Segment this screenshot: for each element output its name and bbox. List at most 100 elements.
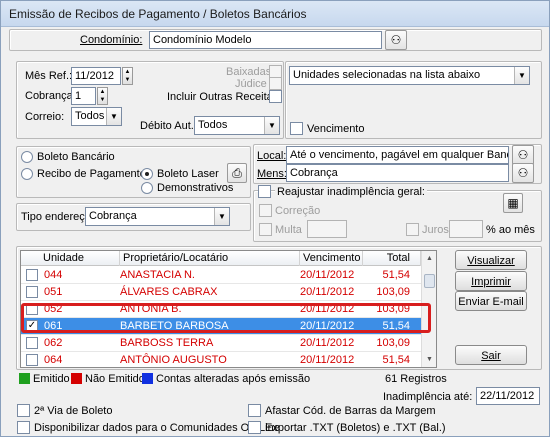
selection-highlight <box>21 303 431 333</box>
correio-select[interactable]: Todos ▼ <box>71 107 122 126</box>
recibo-pagamento-label: Recibo de Pagamento <box>37 168 146 180</box>
reajustar-checkbox[interactable] <box>258 185 271 198</box>
disponibilizar-label: Disponibilizar dados para o Comunidades … <box>34 422 280 434</box>
mens-field[interactable]: Cobrança <box>286 164 509 182</box>
table-row[interactable]: 064 ANTÔNIO AUGUSTO 20/11/2012 51,54 <box>21 352 421 367</box>
correio-label: Correio: <box>25 111 65 123</box>
boleto-bancario-radio[interactable] <box>21 151 33 163</box>
disponibilizar-checkbox[interactable] <box>17 421 30 434</box>
afastar-checkbox[interactable] <box>248 404 261 417</box>
cell-total: 103,09 <box>376 337 410 349</box>
scroll-up-icon[interactable]: ▲ <box>422 251 436 266</box>
multa-checkbox[interactable] <box>259 223 272 236</box>
enviar-email-button[interactable]: Enviar E-mail <box>455 291 527 311</box>
judice-checkbox[interactable] <box>269 77 282 90</box>
unidades-select[interactable]: Unidades selecionadas na lista abaixo ▼ <box>289 66 530 85</box>
chevron-down-icon: ▼ <box>514 67 529 84</box>
search-condominio-button[interactable]: ⚇ <box>385 30 407 50</box>
window-title: Emissão de Recibos de Pagamento / Boleto… <box>1 1 549 27</box>
inadimplencia-field[interactable]: 22/11/2012 <box>476 387 540 405</box>
mens-label: Mens: <box>257 168 287 180</box>
multa-field[interactable] <box>307 220 347 238</box>
cell-total: 103,09 <box>376 286 410 298</box>
cell-owner: ANTÔNIO AUGUSTO <box>120 354 227 366</box>
correcao-checkbox[interactable] <box>259 204 272 217</box>
outras-receitas-label: Incluir Outras Receitas <box>167 91 279 103</box>
cell-total: 51,54 <box>382 269 410 281</box>
tipo-endereco-select[interactable]: Cobrança ▼ <box>85 207 230 226</box>
binoculars-icon: ⚇ <box>517 148 529 162</box>
demonstrativos-radio[interactable] <box>141 182 153 194</box>
sair-button[interactable]: Sair <box>455 345 527 365</box>
chevron-down-icon: ▼ <box>106 108 121 125</box>
juros-checkbox[interactable] <box>406 223 419 236</box>
inadimplencia-label: Inadimplência até: <box>383 391 473 403</box>
condominio-field[interactable]: Condomínio Modelo <box>149 31 382 49</box>
table-row[interactable]: 044 ANASTACIA N. 20/11/2012 51,54 <box>21 267 421 284</box>
emitido-swatch <box>19 373 30 384</box>
cell-vencimento: 20/11/2012 <box>300 286 355 298</box>
debito-label: Débito Aut.: <box>140 120 197 132</box>
cell-unidade: 064 <box>44 354 63 366</box>
cell-vencimento: 20/11/2012 <box>300 269 355 281</box>
local-field[interactable]: Até o vencimento, pagável em qualquer Ba… <box>286 146 509 164</box>
table-row[interactable]: 051 ÁLVARES CABRAX 20/11/2012 103,09 <box>21 284 421 301</box>
table-header: Unidade Proprietário/Locatário Venciment… <box>21 251 421 266</box>
registros-count: 61 Registros <box>385 373 447 385</box>
recibo-pagamento-radio[interactable] <box>21 168 33 180</box>
cell-owner: ANASTACIA N. <box>120 269 195 281</box>
cell-owner: ÁLVARES CABRAX <box>120 286 218 298</box>
row-checkbox[interactable] <box>26 269 38 281</box>
col-total[interactable]: Total <box>363 251 421 266</box>
juros-field[interactable] <box>449 220 483 238</box>
debito-select[interactable]: Todos ▼ <box>194 116 280 135</box>
mes-ref-field[interactable]: 11/2012 <box>71 67 121 85</box>
judice-label: Júdice <box>235 78 267 90</box>
cell-unidade: 062 <box>44 337 63 349</box>
cell-total: 51,54 <box>382 354 410 366</box>
cell-vencimento: 20/11/2012 <box>300 354 355 366</box>
visualizar-button[interactable]: Visualizar <box>455 250 527 270</box>
search-local-button[interactable]: ⚇ <box>512 145 534 165</box>
scroll-down-icon[interactable]: ▼ <box>422 352 436 367</box>
cobranca-label: Cobrança: <box>25 90 76 102</box>
cell-owner: BARBOSS TERRA <box>120 337 214 349</box>
segunda-via-checkbox[interactable] <box>17 404 30 417</box>
segunda-via-label: 2ª Via de Boleto <box>34 405 113 417</box>
binoculars-icon: ⚇ <box>517 166 529 180</box>
chevron-down-icon: ▼ <box>214 208 229 225</box>
exportar-checkbox[interactable] <box>248 421 261 434</box>
calculator-button[interactable]: ▦ <box>503 193 523 213</box>
vencimento-checkbox[interactable] <box>290 122 303 135</box>
search-mens-button[interactable]: ⚇ <box>512 163 534 183</box>
alteradas-label: Contas alteradas após emissão <box>156 373 311 385</box>
exportar-label: Exportar .TXT (Boletos) e .TXT (Bal.) <box>265 422 446 434</box>
row-checkbox[interactable] <box>26 354 38 366</box>
col-vencimento[interactable]: Vencimento <box>300 251 363 266</box>
col-owner[interactable]: Proprietário/Locatário <box>120 251 300 266</box>
mes-ref-spinner[interactable]: ▲ ▼ <box>122 67 133 85</box>
table-row[interactable]: 062 BARBOSS TERRA 20/11/2012 103,09 <box>21 335 421 352</box>
mes-ref-label: Mês Ref.: <box>25 70 73 82</box>
outras-receitas-checkbox[interactable] <box>269 90 282 103</box>
print-setup-button[interactable]: ⎙ <box>227 163 247 183</box>
cell-unidade: 044 <box>44 269 63 281</box>
local-label: Local: <box>257 150 287 162</box>
juros-label: Juros <box>422 224 449 236</box>
row-checkbox[interactable] <box>26 286 38 298</box>
imprimir-button[interactable]: Imprimir <box>455 271 527 291</box>
scroll-thumb[interactable] <box>424 274 435 288</box>
boleto-laser-label: Boleto Laser <box>157 168 219 180</box>
afastar-label: Afastar Cód. de Barras da Margem <box>265 405 436 417</box>
row-checkbox[interactable] <box>26 337 38 349</box>
demonstrativos-label: Demonstrativos <box>157 182 234 194</box>
col-unidade[interactable]: Unidade <box>40 251 120 266</box>
cobranca-spinner[interactable]: ▲ ▼ <box>97 87 108 105</box>
emitido-label: Emitido <box>33 373 70 385</box>
nao-emitido-label: Não Emitido <box>85 373 145 385</box>
correcao-label: Correção <box>275 205 321 217</box>
cobranca-field[interactable]: 1 <box>71 87 96 105</box>
boleto-bancario-label: Boleto Bancário <box>37 151 115 163</box>
cell-unidade: 051 <box>44 286 63 298</box>
boleto-laser-radio[interactable] <box>141 168 153 180</box>
